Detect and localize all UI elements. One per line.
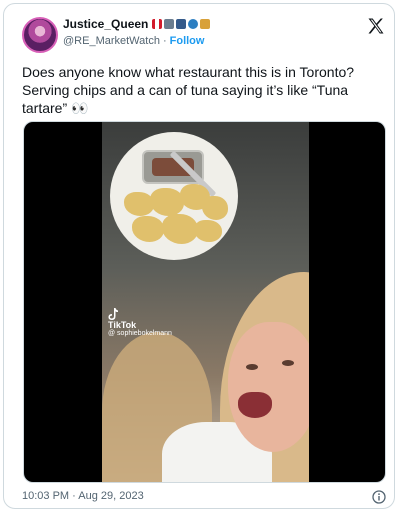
name-emoji-strip bbox=[152, 19, 211, 29]
right-eye bbox=[282, 360, 294, 366]
globe-emoji-icon bbox=[188, 19, 199, 29]
flag-emoji-icon bbox=[152, 19, 163, 29]
scales-emoji-icon bbox=[200, 19, 211, 29]
tweet-card[interactable]: Justice_Queen @RE_MarketWatch · Follow D… bbox=[3, 3, 395, 509]
avatar[interactable] bbox=[22, 17, 58, 53]
author-name-row: Justice_Queen bbox=[63, 17, 211, 31]
tiktok-watermark: TikTok @ sophiebokelmann bbox=[108, 308, 172, 337]
open-mouth bbox=[238, 392, 272, 418]
chip bbox=[150, 188, 184, 216]
chip bbox=[162, 214, 198, 244]
face bbox=[228, 322, 309, 452]
tiktok-icon bbox=[108, 308, 118, 320]
author-handle[interactable]: @RE_MarketWatch bbox=[63, 35, 160, 47]
follow-button[interactable]: Follow bbox=[170, 35, 205, 47]
x-logo-icon[interactable] bbox=[366, 16, 386, 36]
tiktok-brand-label: TikTok bbox=[108, 320, 137, 330]
video-frame: TikTok @ sophiebokelmann bbox=[102, 122, 309, 482]
tiktok-username: @ sophiebokelmann bbox=[108, 330, 172, 337]
tweet-text: Does anyone know what restaurant this is… bbox=[22, 64, 355, 116]
chip bbox=[202, 196, 228, 220]
tweet-timestamp[interactable]: 10:03 PM · Aug 29, 2023 bbox=[22, 490, 144, 502]
tweet-media-video[interactable]: TikTok @ sophiebokelmann bbox=[23, 121, 386, 483]
cityscape-emoji-icon bbox=[164, 19, 175, 29]
display-name[interactable]: Justice_Queen bbox=[63, 17, 148, 31]
plate bbox=[110, 132, 238, 260]
info-icon[interactable] bbox=[372, 490, 386, 504]
handle-separator: · bbox=[162, 35, 167, 47]
left-eye bbox=[246, 364, 258, 370]
author-handle-row: @RE_MarketWatch · Follow bbox=[63, 35, 204, 47]
chip bbox=[132, 216, 164, 242]
house-emoji-icon bbox=[176, 19, 187, 29]
chip bbox=[194, 220, 222, 242]
